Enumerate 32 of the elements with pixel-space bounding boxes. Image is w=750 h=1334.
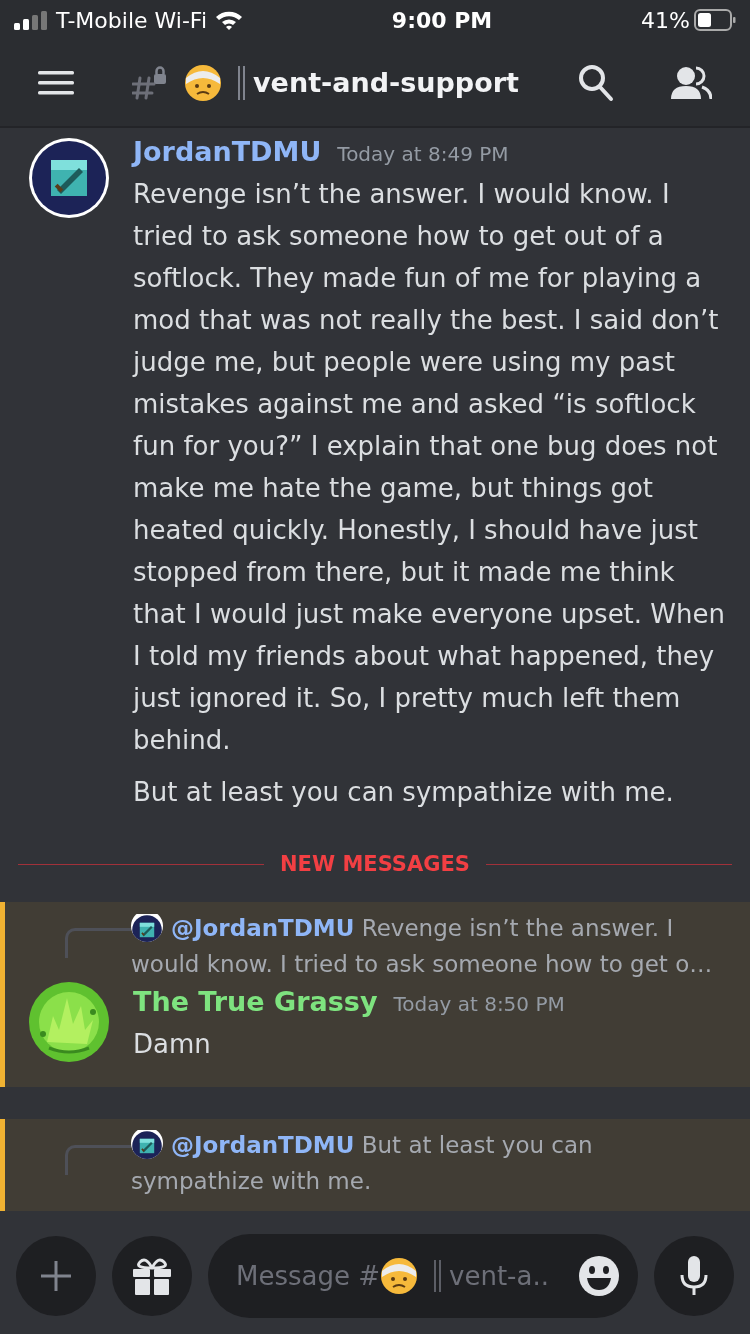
- locked-channel-icon: [132, 66, 168, 100]
- menu-icon[interactable]: [38, 71, 74, 95]
- wifi-icon: [215, 10, 243, 30]
- microphone-icon: [679, 1256, 709, 1296]
- reply-connector: [65, 928, 131, 958]
- gift-icon: [132, 1256, 172, 1296]
- signal-icon: [14, 10, 48, 30]
- message-field[interactable]: Message # vent-a..: [208, 1234, 638, 1318]
- reply-preview[interactable]: @JordanTDMU But at least you can sympathize with me.: [131, 1126, 730, 1199]
- message-text: Damn: [133, 1027, 212, 1061]
- reply-preview[interactable]: @JordanTDMU Revenge isn’t the answer. I would know. I tried to ask someone how to get o…: [131, 910, 730, 982]
- battery-icon: [694, 9, 736, 31]
- plus-icon: [41, 1261, 71, 1291]
- new-messages-divider: NEW MESSAGES: [280, 850, 470, 878]
- search-icon[interactable]: [578, 64, 614, 102]
- bandaged-face-icon: [184, 64, 222, 102]
- bandaged-face-icon: [380, 1257, 418, 1295]
- timestamp: Today at 8:49 PM: [337, 141, 509, 168]
- members-icon[interactable]: [670, 66, 712, 100]
- clock: 9:00 PM: [391, 6, 493, 35]
- battery-percentage: 41%: [641, 6, 690, 35]
- author-name[interactable]: The True Grassy: [133, 982, 378, 1023]
- author-name[interactable]: JordanTDMU: [133, 132, 322, 173]
- separator-icon: [238, 66, 245, 100]
- channel-name: vent-and-support: [253, 65, 519, 100]
- message-text: Revenge isn’t the answer. I would know. I tried to ask someone how to get out of a softlock. They made fun of me for playing a mod that was not really the best. I said don’t judge me, but people were using my past mistakes against me and asked “is softlock fun for you?” I explain that one bug does not make me hate the game, but things got heated quickly. Honestly, I should have just stopped from there, but it made me think that I would just make everyone upset. When I told my friends about what happened, they just ignored it. So, I pretty much left them behind.: [133, 177, 726, 757]
- separator-icon: [434, 1260, 441, 1292]
- emoji-icon[interactable]: [578, 1255, 620, 1297]
- reply-connector: [65, 1144, 131, 1175]
- message-text: But at least you can sympathize with me.: [133, 775, 675, 809]
- carrier-name: T-Mobile Wi-Fi: [56, 6, 207, 35]
- timestamp: Today at 8:50 PM: [393, 991, 565, 1018]
